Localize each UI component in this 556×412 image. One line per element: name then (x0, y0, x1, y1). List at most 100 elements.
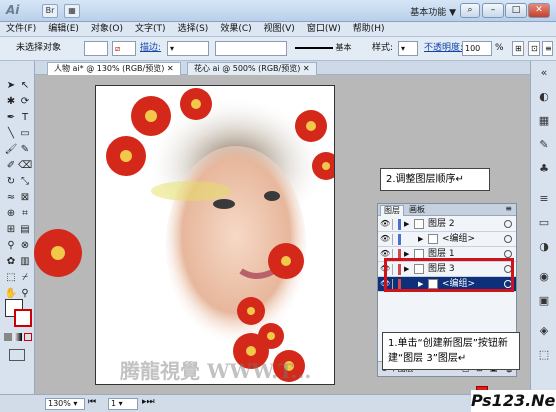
mesh-tool-icon[interactable]: ⊞ (4, 223, 18, 236)
first-artboard-icon[interactable]: ⏮ (88, 397, 96, 407)
opacity-label[interactable]: 不透明度: (424, 43, 463, 54)
fill-swatch[interactable] (84, 41, 108, 56)
gradient-panel-icon[interactable]: ▭ (536, 215, 552, 231)
opacity-field[interactable]: 100 (462, 41, 492, 56)
eyedropper-icon[interactable]: ⚲ (4, 239, 18, 252)
layer-row[interactable]: 👁 ▶ <编组> (378, 232, 516, 247)
tab-layers[interactable]: 图层 (380, 205, 404, 216)
lasso-icon[interactable]: ⟳ (18, 95, 32, 108)
workspace-switcher[interactable]: 基本功能 ▼ (410, 5, 456, 18)
target-circle-icon[interactable] (504, 235, 512, 243)
visibility-eye-icon[interactable]: 👁 (380, 250, 390, 258)
panel-menu-icon[interactable]: ≡ (505, 204, 512, 213)
screen-mode-icon[interactable] (9, 349, 25, 361)
menu-effect[interactable]: 效果(C) (214, 22, 257, 36)
menu-help[interactable]: 帮助(H) (347, 22, 391, 36)
menu-type[interactable]: 文字(T) (129, 22, 172, 36)
visibility-eye-icon[interactable]: 👁 (380, 235, 390, 243)
stroke-swatch[interactable]: ⧄ (112, 41, 136, 56)
color-panel-icon[interactable]: ◐ (536, 89, 552, 105)
panel-menu-icon[interactable]: ≡ (542, 41, 553, 56)
free-transform-icon[interactable]: ⊠ (18, 191, 32, 204)
tab-document-1[interactable]: 人物 ai* @ 130% (RGB/预览) ✕ (47, 62, 181, 75)
scale-tool-icon[interactable]: ⤡ (18, 175, 32, 188)
selection-tool-icon[interactable]: ➤ (4, 79, 18, 92)
maximize-button[interactable]: □ (505, 3, 527, 18)
style-label: 样式: (372, 43, 394, 53)
tab-document-2[interactable]: 花心 ai @ 500% (RGB/预览) ✕ (187, 62, 317, 75)
expand-triangle-icon[interactable]: ▶ (404, 217, 412, 231)
magic-wand-icon[interactable]: ✱ (4, 95, 18, 108)
swatches-icon[interactable]: ▦ (536, 113, 552, 129)
brush-definition[interactable]: 基本 (293, 41, 361, 56)
transparency-icon[interactable]: ◑ (536, 239, 552, 255)
eraser-icon[interactable]: ⌫ (18, 159, 32, 172)
pen-tool-icon[interactable]: ✒ (4, 111, 18, 124)
align-icon[interactable]: ⊞ (512, 41, 524, 56)
menu-object[interactable]: 对象(O) (85, 22, 129, 36)
bridge-icon[interactable]: Br (42, 4, 58, 18)
portrait-artwork (106, 88, 334, 382)
arrange-icon[interactable]: ▦ (64, 4, 80, 18)
layer-row[interactable]: 👁 ▶ 图层 2 (378, 217, 516, 232)
direct-selection-tool-icon[interactable]: ↖ (18, 79, 32, 92)
color-button[interactable] (4, 333, 12, 341)
menu-select[interactable]: 选择(S) (172, 22, 215, 36)
control-bar: 未选择对象 ⧄ 描边: ▾ 基本 样式: ▾ 不透明度: 100 % ⊞ ⊡ ≡ (0, 37, 556, 61)
layer-thumbnail (428, 234, 438, 244)
shape-builder-icon[interactable]: ⊕ (4, 207, 18, 220)
graphic-styles-icon[interactable]: ▣ (536, 293, 552, 309)
search-icon[interactable]: ⌕ (460, 3, 480, 18)
layer-color-bar (398, 219, 401, 230)
perspective-grid-icon[interactable]: ⌗ (18, 207, 32, 220)
collapse-icon[interactable]: « (536, 65, 552, 81)
transform-icon[interactable]: ⊡ (528, 41, 540, 56)
style-swatch[interactable]: ▾ (398, 41, 418, 56)
artboard-number-field[interactable]: 1 ▾ (108, 398, 138, 410)
blob-brush-icon[interactable]: ✐ (4, 159, 18, 172)
stroke-color-swatch[interactable] (14, 309, 32, 327)
line-tool-icon[interactable]: ╲ (4, 127, 18, 140)
tab-label: 花心 ai @ 500% (RGB/预览) (194, 64, 301, 73)
stroke-panel-icon[interactable]: ≡ (536, 191, 552, 207)
zoom-field[interactable]: 130% ▾ (45, 398, 85, 410)
target-circle-icon[interactable] (504, 220, 512, 228)
expand-triangle-icon[interactable]: ▶ (418, 232, 426, 246)
tab-artboards[interactable]: 画板 (406, 205, 428, 216)
variable-width-select[interactable] (215, 41, 287, 56)
visibility-eye-icon[interactable]: 👁 (380, 220, 390, 228)
artboard[interactable] (95, 85, 335, 385)
paintbrush-icon[interactable]: 🖌 (4, 143, 18, 156)
page-value: 1 (111, 399, 117, 408)
menu-file[interactable]: 文件(F) (0, 22, 42, 36)
brushes-icon[interactable]: ✎ (536, 137, 552, 153)
gradient-button[interactable] (14, 333, 22, 341)
layers-panel-icon[interactable]: ◈ (536, 323, 552, 339)
menu-edit[interactable]: 编辑(E) (42, 22, 85, 36)
symbol-sprayer-icon[interactable]: ✿ (4, 255, 18, 268)
next-artboard-icon[interactable]: ▸⏭ (142, 397, 155, 407)
rotate-tool-icon[interactable]: ↻ (4, 175, 18, 188)
highlight-box (384, 258, 514, 292)
watermark-text: 腾龍視覺 WWW.T... (120, 359, 312, 383)
target-circle-icon[interactable] (504, 250, 512, 258)
layer-name: 图层 2 (428, 219, 455, 229)
menu-window[interactable]: 窗口(W) (301, 22, 347, 36)
artboards-icon[interactable]: ⬚ (536, 347, 552, 363)
close-button[interactable]: ✕ (528, 3, 550, 18)
watermark-logo: Ps123.Net (471, 390, 556, 412)
appearance-icon[interactable]: ◉ (536, 269, 552, 285)
artboard-tool-icon[interactable]: ⬚ (4, 271, 18, 284)
tab-label: 人物 ai* @ 130% (RGB/预览) (54, 64, 165, 73)
stroke-weight-field[interactable]: ▾ (167, 41, 209, 56)
type-tool-icon[interactable]: T (18, 111, 32, 124)
pencil-icon[interactable]: ✎ (18, 143, 32, 156)
symbols-icon[interactable]: ♣ (536, 161, 552, 177)
minimize-button[interactable]: – (482, 3, 504, 18)
stroke-label[interactable]: 描边: (140, 43, 161, 54)
warp-tool-icon[interactable]: ≈ (4, 191, 18, 204)
rectangle-tool-icon[interactable]: ▭ (18, 127, 32, 140)
none-button[interactable] (24, 333, 32, 341)
chevron-down-icon: ▼ (449, 8, 456, 18)
menu-view[interactable]: 视图(V) (258, 22, 301, 36)
